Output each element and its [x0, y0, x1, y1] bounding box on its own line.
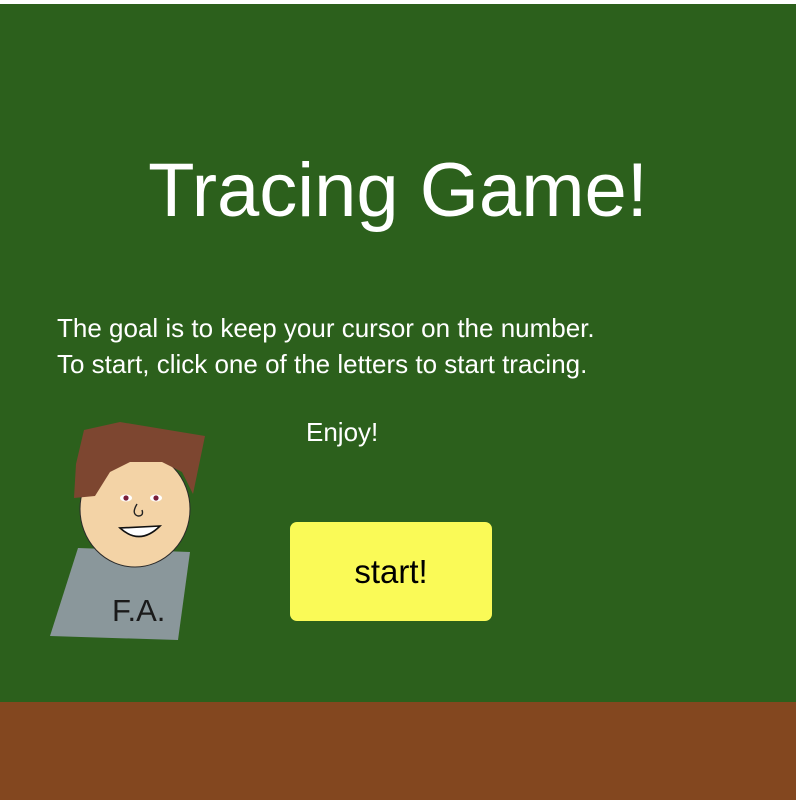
- enjoy-text: Enjoy!: [306, 417, 379, 447]
- start-button[interactable]: start!: [290, 522, 492, 621]
- instruction-line: The goal is to keep your cursor on the n…: [57, 313, 595, 343]
- character-initials: F.A.: [112, 593, 166, 628]
- character-pupil-left: [123, 495, 129, 501]
- instruction-line: To start, click one of the letters to st…: [57, 349, 588, 379]
- instructions: The goal is to keep your cursor on the n…: [57, 310, 595, 382]
- game-title: Tracing Game!: [148, 148, 648, 233]
- character-pupil-right: [153, 495, 159, 501]
- game-stage: Tracing Game! The goal is to keep your c…: [0, 4, 796, 800]
- ground-strip: [0, 702, 796, 800]
